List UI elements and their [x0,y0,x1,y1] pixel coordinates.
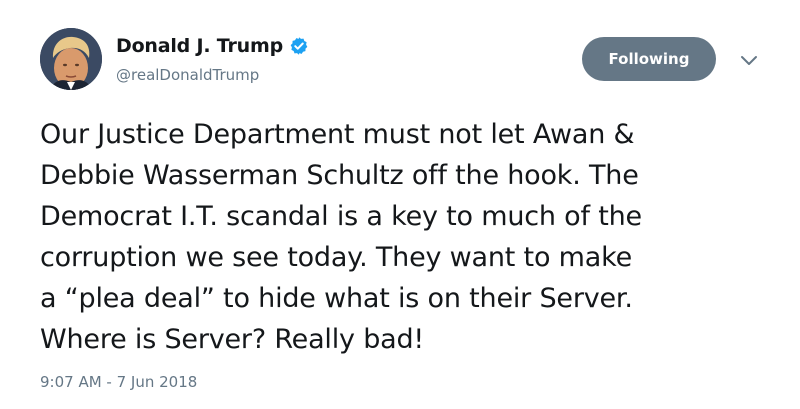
display-name[interactable]: Donald J. Trump [116,35,283,57]
tweet-timestamp[interactable]: 9:07 AM - 7 Jun 2018 [40,373,197,391]
following-button[interactable]: Following [582,37,716,81]
author-handle[interactable]: @realDonaldTrump [116,66,309,84]
avatar[interactable] [40,28,102,90]
tweet-text: Our Justice Department must not let Awan… [40,119,642,355]
avatar-image [40,28,102,90]
verified-badge-icon [289,36,309,56]
chevron-down-icon[interactable] [738,52,760,70]
tweet-card: Donald J. Trump @realDonaldTrump Followi… [0,0,800,409]
display-name-row: Donald J. Trump [116,34,309,58]
author-info: Donald J. Trump @realDonaldTrump [116,34,309,84]
